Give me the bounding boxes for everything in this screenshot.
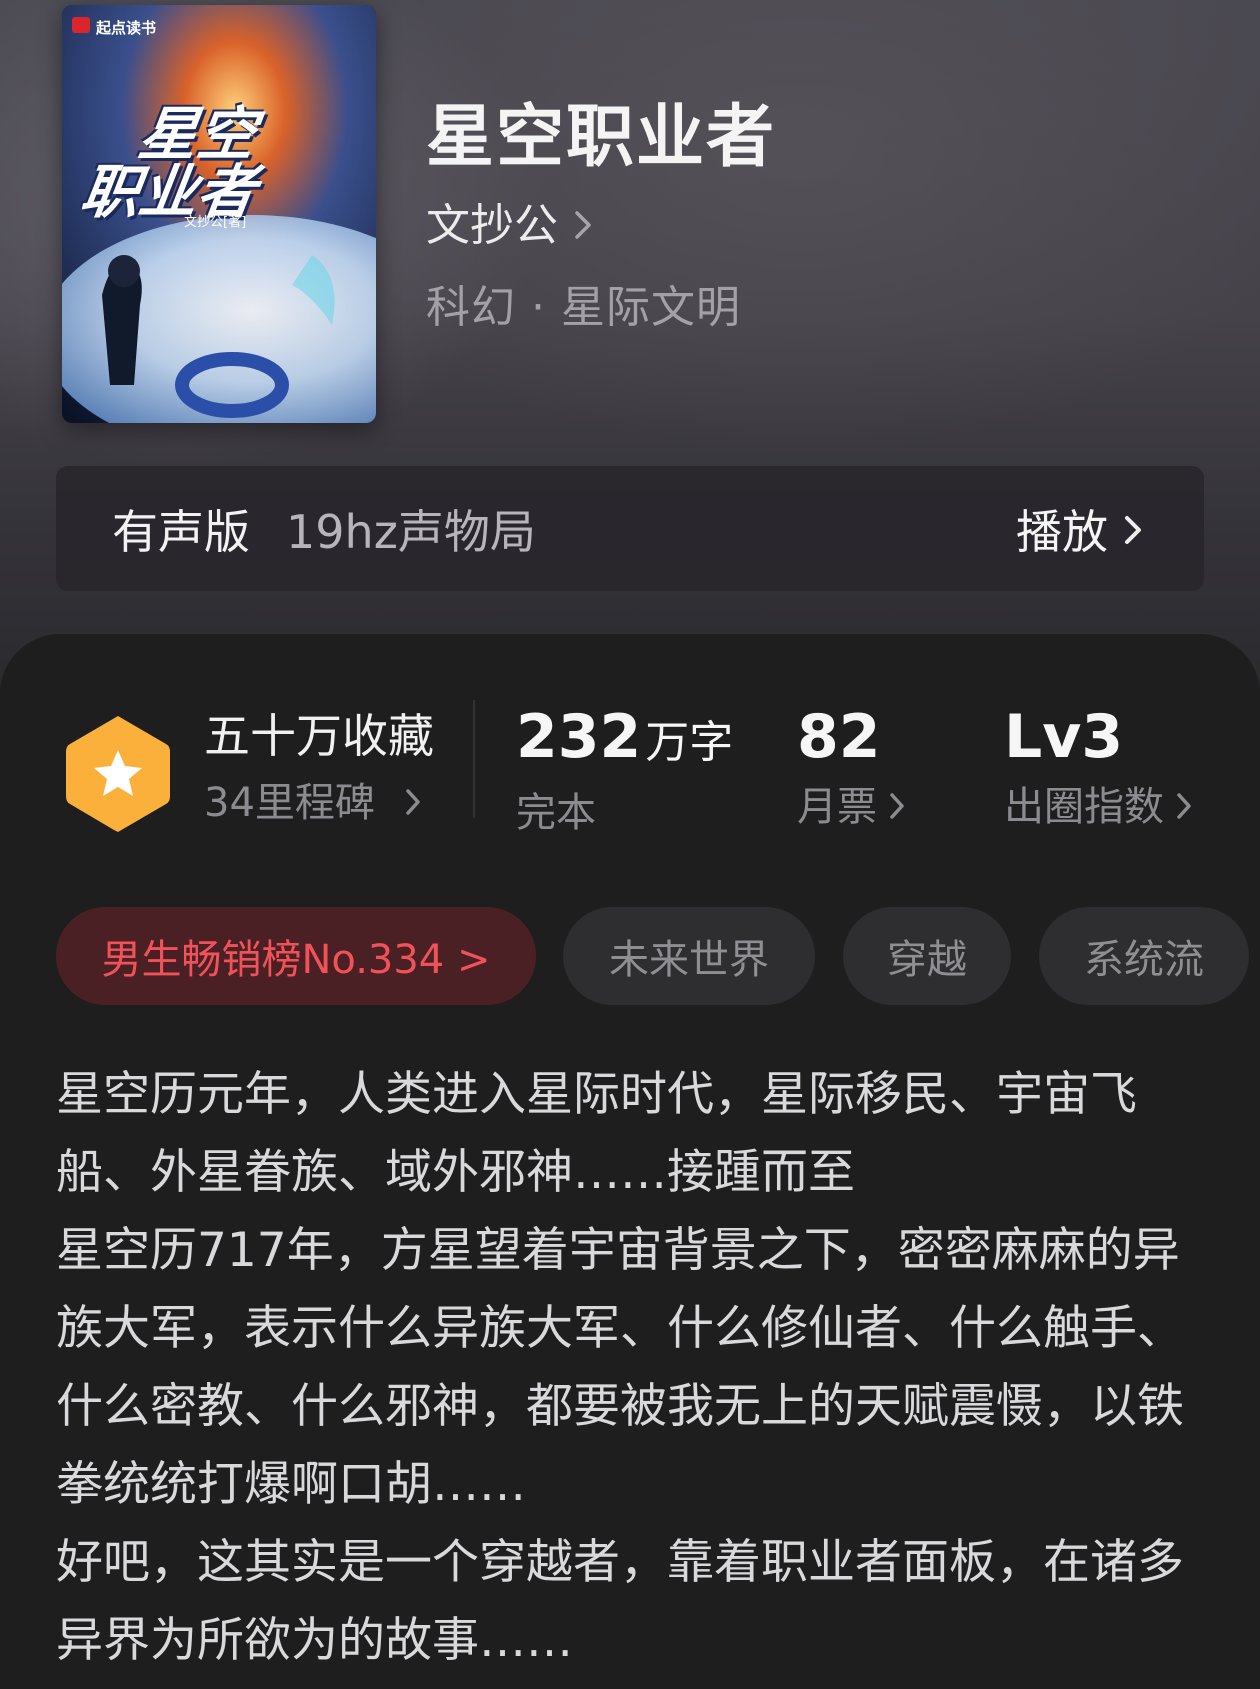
book-synopsis[interactable]: 星空历元年，人类进入星际时代，星际移民、宇宙飞船、外星眷族、域外邪神……接踵而至… [56,1056,1226,1680]
cover-author: 文抄公[著] [184,215,247,230]
play-label: 播放 [1016,504,1108,559]
synopsis-paragraph: 好吧，这其实是一个穿越者，靠着职业者面板，在诸多异界为所欲为的故事…… [56,1535,1184,1668]
monthly-votes-label: 月票 [797,784,877,830]
synopsis-paragraph: 星空历元年，人类进入星际时代，星际移民、宇宙飞船、外星眷族、域外邪神……接踵而至 [56,1067,1137,1200]
tag-time-travel[interactable]: 穿越 [843,907,1011,1005]
book-cover[interactable]: 起点读书 星空 职业者 文抄公[著] [62,5,376,423]
bestseller-rank-tag[interactable]: 男生畅销榜No.334 > [56,907,536,1005]
chevron-right-icon [1176,782,1192,832]
audio-version-bar[interactable]: 有声版 19hz声物局 播放 [56,466,1204,591]
tag-future-world[interactable]: 未来世界 [563,907,815,1005]
word-count-number: 232 [516,702,642,772]
word-count-unit: 万字 [645,717,734,768]
book-title: 星空职业者 [426,97,777,177]
collection-stat[interactable]: 五十万收藏 34里程碑 [204,708,434,828]
star-hexagon-icon[interactable] [62,712,174,836]
popularity-index-stat[interactable]: Lv3 出圈指数 [1004,704,1192,832]
tag-system[interactable]: 系统流 [1039,907,1249,1005]
play-button[interactable]: 播放 [1016,496,1142,562]
cover-publisher-label: 起点读书 [96,19,157,37]
popularity-index-label: 出圈指数 [1004,784,1164,830]
chevron-right-icon [405,778,421,828]
synopsis-paragraph: 星空历717年，方星望着宇宙背景之下，密密麻麻的异族大军，表示什么异族大军、什么… [56,1223,1184,1512]
chevron-right-icon [574,196,592,256]
stats-divider [473,700,475,818]
collection-title: 五十万收藏 [204,709,434,763]
word-count-stat: 232万字 完本 [516,704,733,838]
monthly-votes-stat[interactable]: 82 月票 [797,704,905,832]
audio-provider: 19hz声物局 [286,504,536,559]
author-name: 文抄公 [426,200,558,251]
milestones-label: 34里程碑 [204,780,375,826]
genre-label: 科幻 · 星际文明 [426,282,741,333]
author-link[interactable]: 文抄公 [426,196,592,256]
monthly-votes-count: 82 [797,702,881,772]
chevron-right-icon [889,782,905,832]
completion-status: 完本 [516,790,596,836]
chevron-right-icon [1124,502,1142,556]
audio-label: 有声版 [112,504,250,559]
popularity-level: Lv3 [1004,702,1124,772]
